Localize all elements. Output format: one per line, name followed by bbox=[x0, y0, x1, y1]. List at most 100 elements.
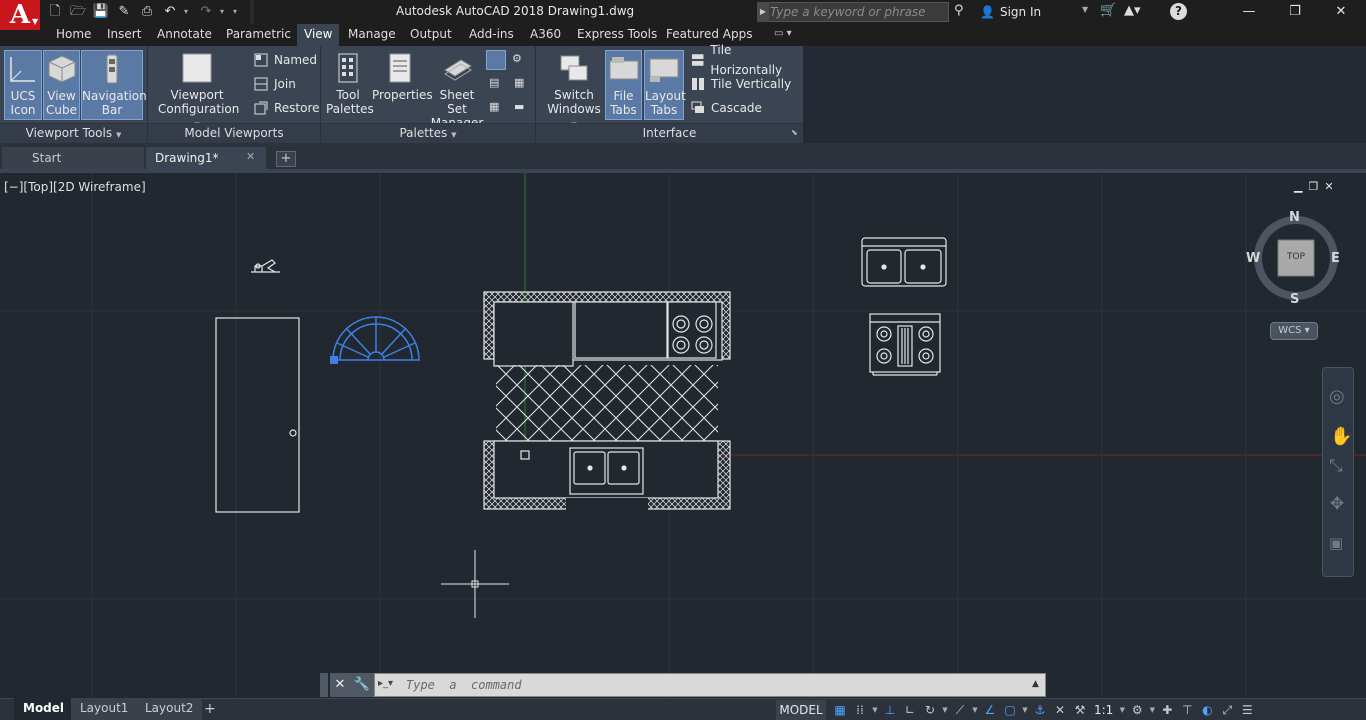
help-icon[interactable]: ? bbox=[1170, 3, 1187, 20]
switch-windows-button[interactable]: Switch Windows ▼ bbox=[546, 50, 602, 129]
join-viewports-button[interactable]: Join bbox=[254, 74, 296, 94]
new-file-icon[interactable]: 🗋 bbox=[46, 3, 64, 21]
command-line-customize-icon[interactable]: 🔧 bbox=[350, 673, 374, 697]
cascade-button[interactable]: Cascade bbox=[691, 98, 762, 118]
command-line-grip[interactable] bbox=[320, 673, 328, 697]
annotation-scale-icon[interactable]: ⚒ bbox=[1070, 700, 1090, 720]
arched-window-block[interactable] bbox=[332, 316, 420, 361]
faucet-block[interactable] bbox=[251, 259, 280, 273]
viewport-controls-label[interactable]: [−][Top][2D Wireframe] bbox=[4, 180, 146, 194]
compass-south[interactable]: S bbox=[1290, 292, 1299, 307]
kitchen-layout-block[interactable] bbox=[483, 291, 731, 510]
save-icon[interactable]: 💾 bbox=[92, 3, 110, 21]
viewport-close-icon[interactable]: ✕ bbox=[1324, 180, 1333, 193]
tab-add-ins[interactable]: Add-ins bbox=[462, 24, 521, 46]
panel-launcher-icon[interactable]: ⬊ bbox=[791, 128, 798, 137]
named-viewports-button[interactable]: Named bbox=[254, 50, 317, 70]
polar-chevron-icon[interactable]: ▼ bbox=[940, 700, 950, 720]
binoculars-icon[interactable]: ⚲ bbox=[954, 3, 964, 18]
layout-tabs-button[interactable]: Layout Tabs bbox=[644, 50, 686, 120]
snap-icon[interactable]: ⁞⁞ bbox=[850, 700, 870, 720]
layout-tab-layout1[interactable]: Layout1 bbox=[71, 698, 138, 720]
minimize-button[interactable]: — bbox=[1226, 0, 1272, 24]
isodraft-icon[interactable]: ⟋ bbox=[950, 700, 970, 720]
markup-set-icon[interactable]: ⚙ bbox=[512, 52, 528, 68]
restore-viewports-button[interactable]: Restore bbox=[254, 98, 320, 118]
customize-qat-chevron-icon[interactable]: ▾ bbox=[233, 3, 241, 21]
panel-title-viewport-tools[interactable]: Viewport Tools ▼ bbox=[0, 123, 147, 143]
cart-icon[interactable]: 🛒 bbox=[1100, 3, 1116, 18]
viewport-restore-icon[interactable]: ❐ bbox=[1308, 180, 1318, 193]
calculator-icon[interactable]: ▦ bbox=[514, 76, 530, 92]
units-icon[interactable]: ⊤ bbox=[1177, 700, 1197, 720]
sheet-set-manager-button[interactable]: Sheet Set Manager bbox=[430, 50, 484, 130]
add-layout-icon[interactable]: + bbox=[204, 701, 216, 717]
viewport-minimize-icon[interactable]: ▁ bbox=[1294, 180, 1302, 193]
restore-button[interactable]: ❐ bbox=[1272, 0, 1318, 24]
properties-button[interactable]: Properties bbox=[372, 50, 433, 120]
tile-horizontally-button[interactable]: Tile Horizontally bbox=[691, 43, 803, 77]
double-sink-block[interactable] bbox=[861, 237, 947, 287]
chevron-down-icon[interactable]: ▼ bbox=[1082, 5, 1088, 14]
polar-tracking-icon[interactable]: ↻ bbox=[920, 700, 940, 720]
model-space-button[interactable]: MODEL bbox=[776, 700, 826, 720]
exchange-apps-icon[interactable]: ▲▾ bbox=[1124, 3, 1141, 18]
command-prompt-icon[interactable]: ▸_▾ bbox=[378, 678, 404, 692]
tab-annotate[interactable]: Annotate bbox=[150, 24, 219, 46]
command-input[interactable] bbox=[406, 675, 1016, 695]
tab-view[interactable]: View bbox=[297, 24, 340, 46]
annotation-monitor-icon[interactable]: ✚ bbox=[1157, 700, 1177, 720]
annotation-visibility-icon[interactable]: ⚓ bbox=[1030, 700, 1050, 720]
close-tab-icon[interactable]: ✕ bbox=[246, 150, 255, 163]
tab-express-tools[interactable]: Express Tools bbox=[570, 24, 664, 46]
tool-palettes-button[interactable]: Tool Palettes bbox=[326, 50, 374, 120]
workspace-gear-icon[interactable]: ⚙ bbox=[1127, 700, 1147, 720]
layout-tab-layout2[interactable]: Layout2 bbox=[136, 698, 203, 720]
print-icon[interactable]: ⎙ bbox=[138, 3, 156, 21]
redo-chevron-icon[interactable]: ▾ bbox=[220, 3, 228, 21]
stove-block[interactable] bbox=[869, 313, 941, 376]
door-block[interactable] bbox=[215, 317, 300, 513]
panel-title-palettes[interactable]: Palettes ▼ bbox=[321, 123, 535, 143]
search-input[interactable] bbox=[770, 3, 946, 21]
view-cube-button[interactable]: View Cube bbox=[43, 50, 80, 120]
save-as-icon[interactable]: ✎ bbox=[115, 3, 133, 21]
auto-scale-icon[interactable]: ✕ bbox=[1050, 700, 1070, 720]
scale-chevron-icon[interactable]: ▼ bbox=[1117, 700, 1127, 720]
command-line-close-icon[interactable]: ✕ bbox=[330, 673, 350, 697]
steering-wheel-icon[interactable]: ◎ bbox=[1329, 386, 1345, 407]
navigation-bar-button[interactable]: Navigation Bar bbox=[81, 50, 147, 120]
command-history-icon[interactable]: ▲ bbox=[1032, 679, 1039, 689]
tab-insert[interactable]: Insert bbox=[100, 24, 148, 46]
viewcube-top-face[interactable]: TOP bbox=[1278, 252, 1314, 262]
snap-chevron-icon[interactable]: ▼ bbox=[870, 700, 880, 720]
compass-west[interactable]: W bbox=[1246, 251, 1260, 266]
clean-screen-icon[interactable]: ⤢ bbox=[1217, 700, 1237, 720]
selection-grip[interactable] bbox=[330, 356, 338, 364]
wcs-menu-button[interactable]: WCS ▾ bbox=[1270, 322, 1318, 340]
annotation-scale-value[interactable]: 1:1 bbox=[1090, 700, 1117, 720]
panel-title-interface[interactable]: Interface bbox=[536, 123, 803, 143]
open-file-icon[interactable]: 🗁 bbox=[69, 3, 87, 21]
search-expand-icon[interactable]: ▶ bbox=[757, 2, 769, 22]
viewport-configuration-button[interactable]: Viewport Configuration ▼ bbox=[158, 50, 239, 129]
ortho-icon[interactable]: ∟ bbox=[900, 700, 920, 720]
compass-east[interactable]: E bbox=[1331, 251, 1340, 266]
tab-parametric[interactable]: Parametric bbox=[219, 24, 298, 46]
showmotion-icon[interactable]: ▣ bbox=[1329, 534, 1343, 552]
undo-chevron-icon[interactable]: ▾ bbox=[184, 3, 192, 21]
tab-output[interactable]: Output bbox=[403, 24, 459, 46]
drawing-canvas[interactable] bbox=[0, 173, 1366, 698]
external-refs-icon[interactable]: ▬ bbox=[514, 100, 530, 116]
workspace-chevron-icon[interactable]: ▼ bbox=[1147, 700, 1157, 720]
tab-a360[interactable]: A360 bbox=[523, 24, 568, 46]
layer-palette-toggle-icon[interactable] bbox=[486, 50, 506, 70]
drawing-area[interactable] bbox=[0, 173, 1366, 698]
tile-vertically-button[interactable]: Tile Vertically bbox=[691, 74, 791, 94]
isolate-objects-icon[interactable]: ◐ bbox=[1197, 700, 1217, 720]
undo-icon[interactable]: ↶ bbox=[161, 3, 179, 21]
redo-icon[interactable]: ↷ bbox=[197, 3, 215, 21]
object-snap-tracking-icon[interactable]: ∠ bbox=[980, 700, 1000, 720]
isodraft-chevron-icon[interactable]: ▼ bbox=[970, 700, 980, 720]
design-center-icon[interactable]: ▤ bbox=[489, 76, 505, 92]
